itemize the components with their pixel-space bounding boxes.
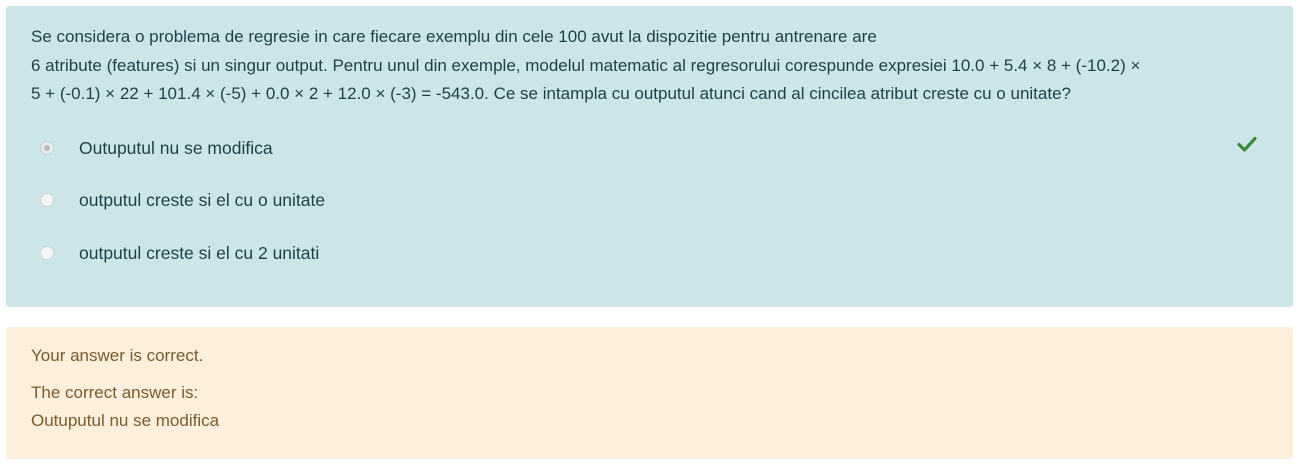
question-line-2: 6 atribute (features) si un singur outpu… bbox=[31, 55, 1141, 75]
answer-option-2[interactable]: outputul creste si el cu o unitate bbox=[40, 186, 325, 214]
question-line-1: Se considera o problema de regresie in c… bbox=[31, 27, 877, 46]
correct-answer-heading: The correct answer is: bbox=[31, 383, 199, 402]
answer-label-2: outputul creste si el cu o unitate bbox=[79, 189, 326, 210]
answer-label-3: outputul creste si el cu 2 unitati bbox=[79, 242, 320, 263]
answer-radio-1[interactable] bbox=[40, 141, 54, 155]
answer-option-3[interactable]: outputul creste si el cu 2 unitati bbox=[40, 239, 319, 267]
check-icon bbox=[1237, 136, 1257, 152]
feedback-result: Your answer is correct. bbox=[31, 346, 204, 365]
correct-answer-text: Outuputul nu se modifica bbox=[31, 411, 220, 430]
answer-option-1[interactable]: Outuputul nu se modifica bbox=[40, 134, 273, 162]
answer-radio-2[interactable] bbox=[40, 193, 54, 207]
question-panel: Se considera o problema de regresie in c… bbox=[6, 6, 1293, 307]
answer-radio-3[interactable] bbox=[40, 246, 54, 260]
feedback-panel: Your answer is correct. The correct answ… bbox=[6, 327, 1293, 459]
question-text: Se considera o problema de regresie in c… bbox=[31, 23, 1276, 109]
question-line-3: 5 + (-0.1) × 22 + 101.4 × (-5) + 0.0 × 2… bbox=[31, 84, 1071, 103]
answer-label-1: Outuputul nu se modifica bbox=[79, 137, 273, 158]
